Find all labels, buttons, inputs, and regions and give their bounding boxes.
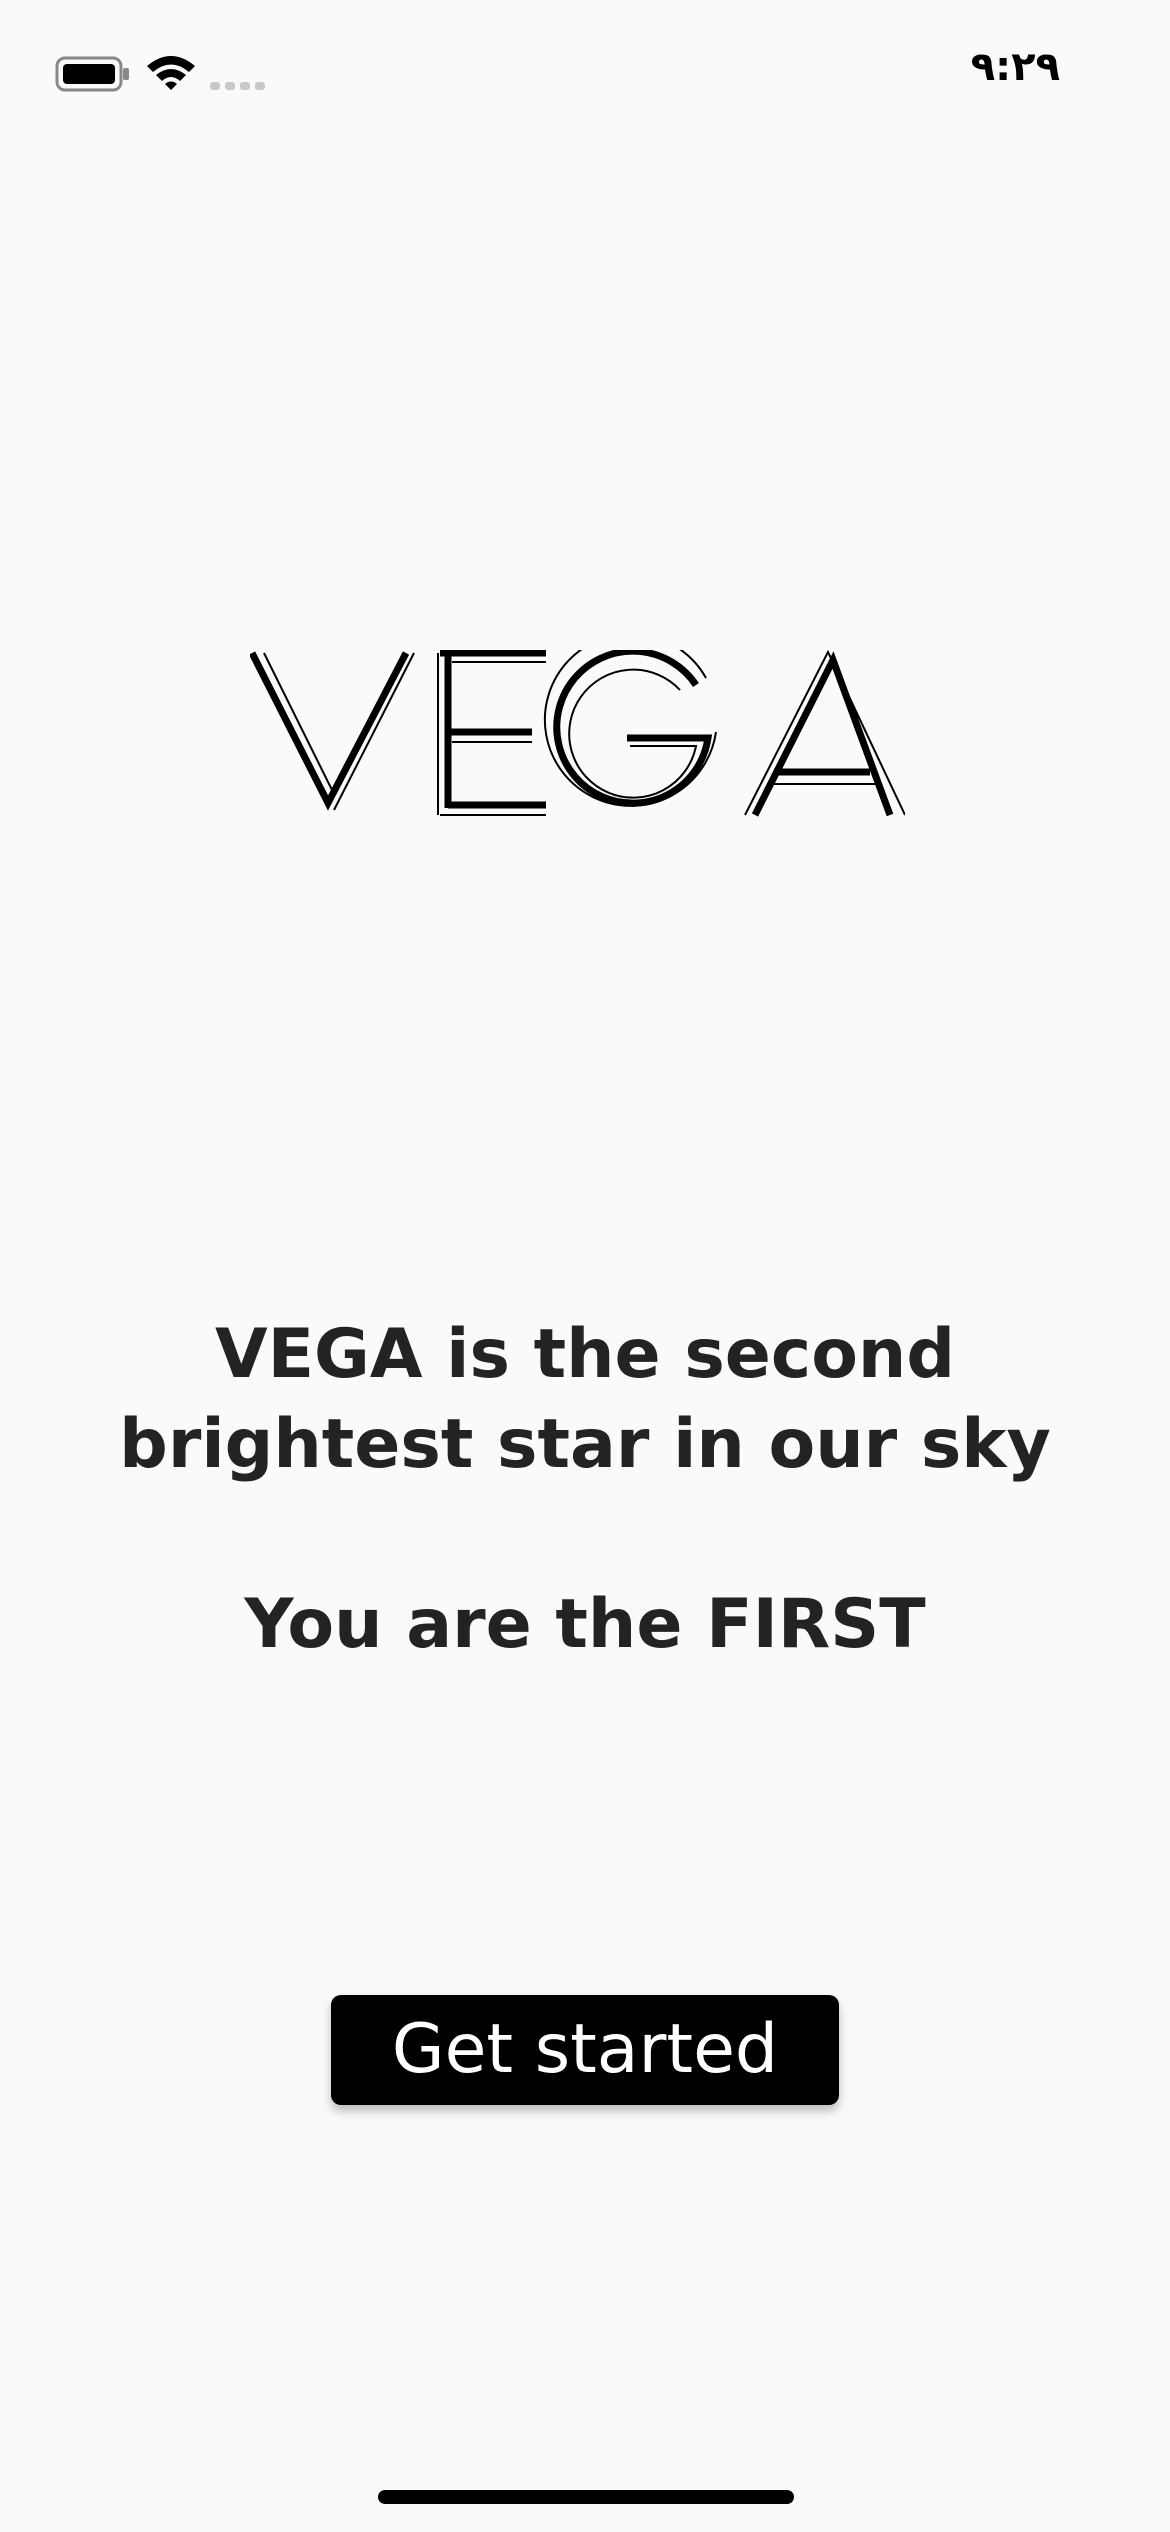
get-started-button[interactable]: Get started (331, 1995, 839, 2105)
tagline-line-1: VEGA is the second (214, 1315, 956, 1394)
tagline: VEGA is the second brightest star in our… (0, 1310, 1170, 1490)
status-time: ٩:٢٩ (970, 44, 1060, 90)
cellular-signal-icon (210, 82, 265, 90)
status-bar: ٩:٢٩ (0, 0, 1170, 150)
battery-icon (55, 56, 129, 92)
tagline-line-2: brightest star in our sky (119, 1405, 1051, 1484)
vega-logo (250, 650, 905, 817)
home-indicator[interactable] (378, 2490, 794, 2504)
wifi-icon (147, 56, 195, 90)
tagline-line-3: You are the FIRST (244, 1585, 926, 1664)
